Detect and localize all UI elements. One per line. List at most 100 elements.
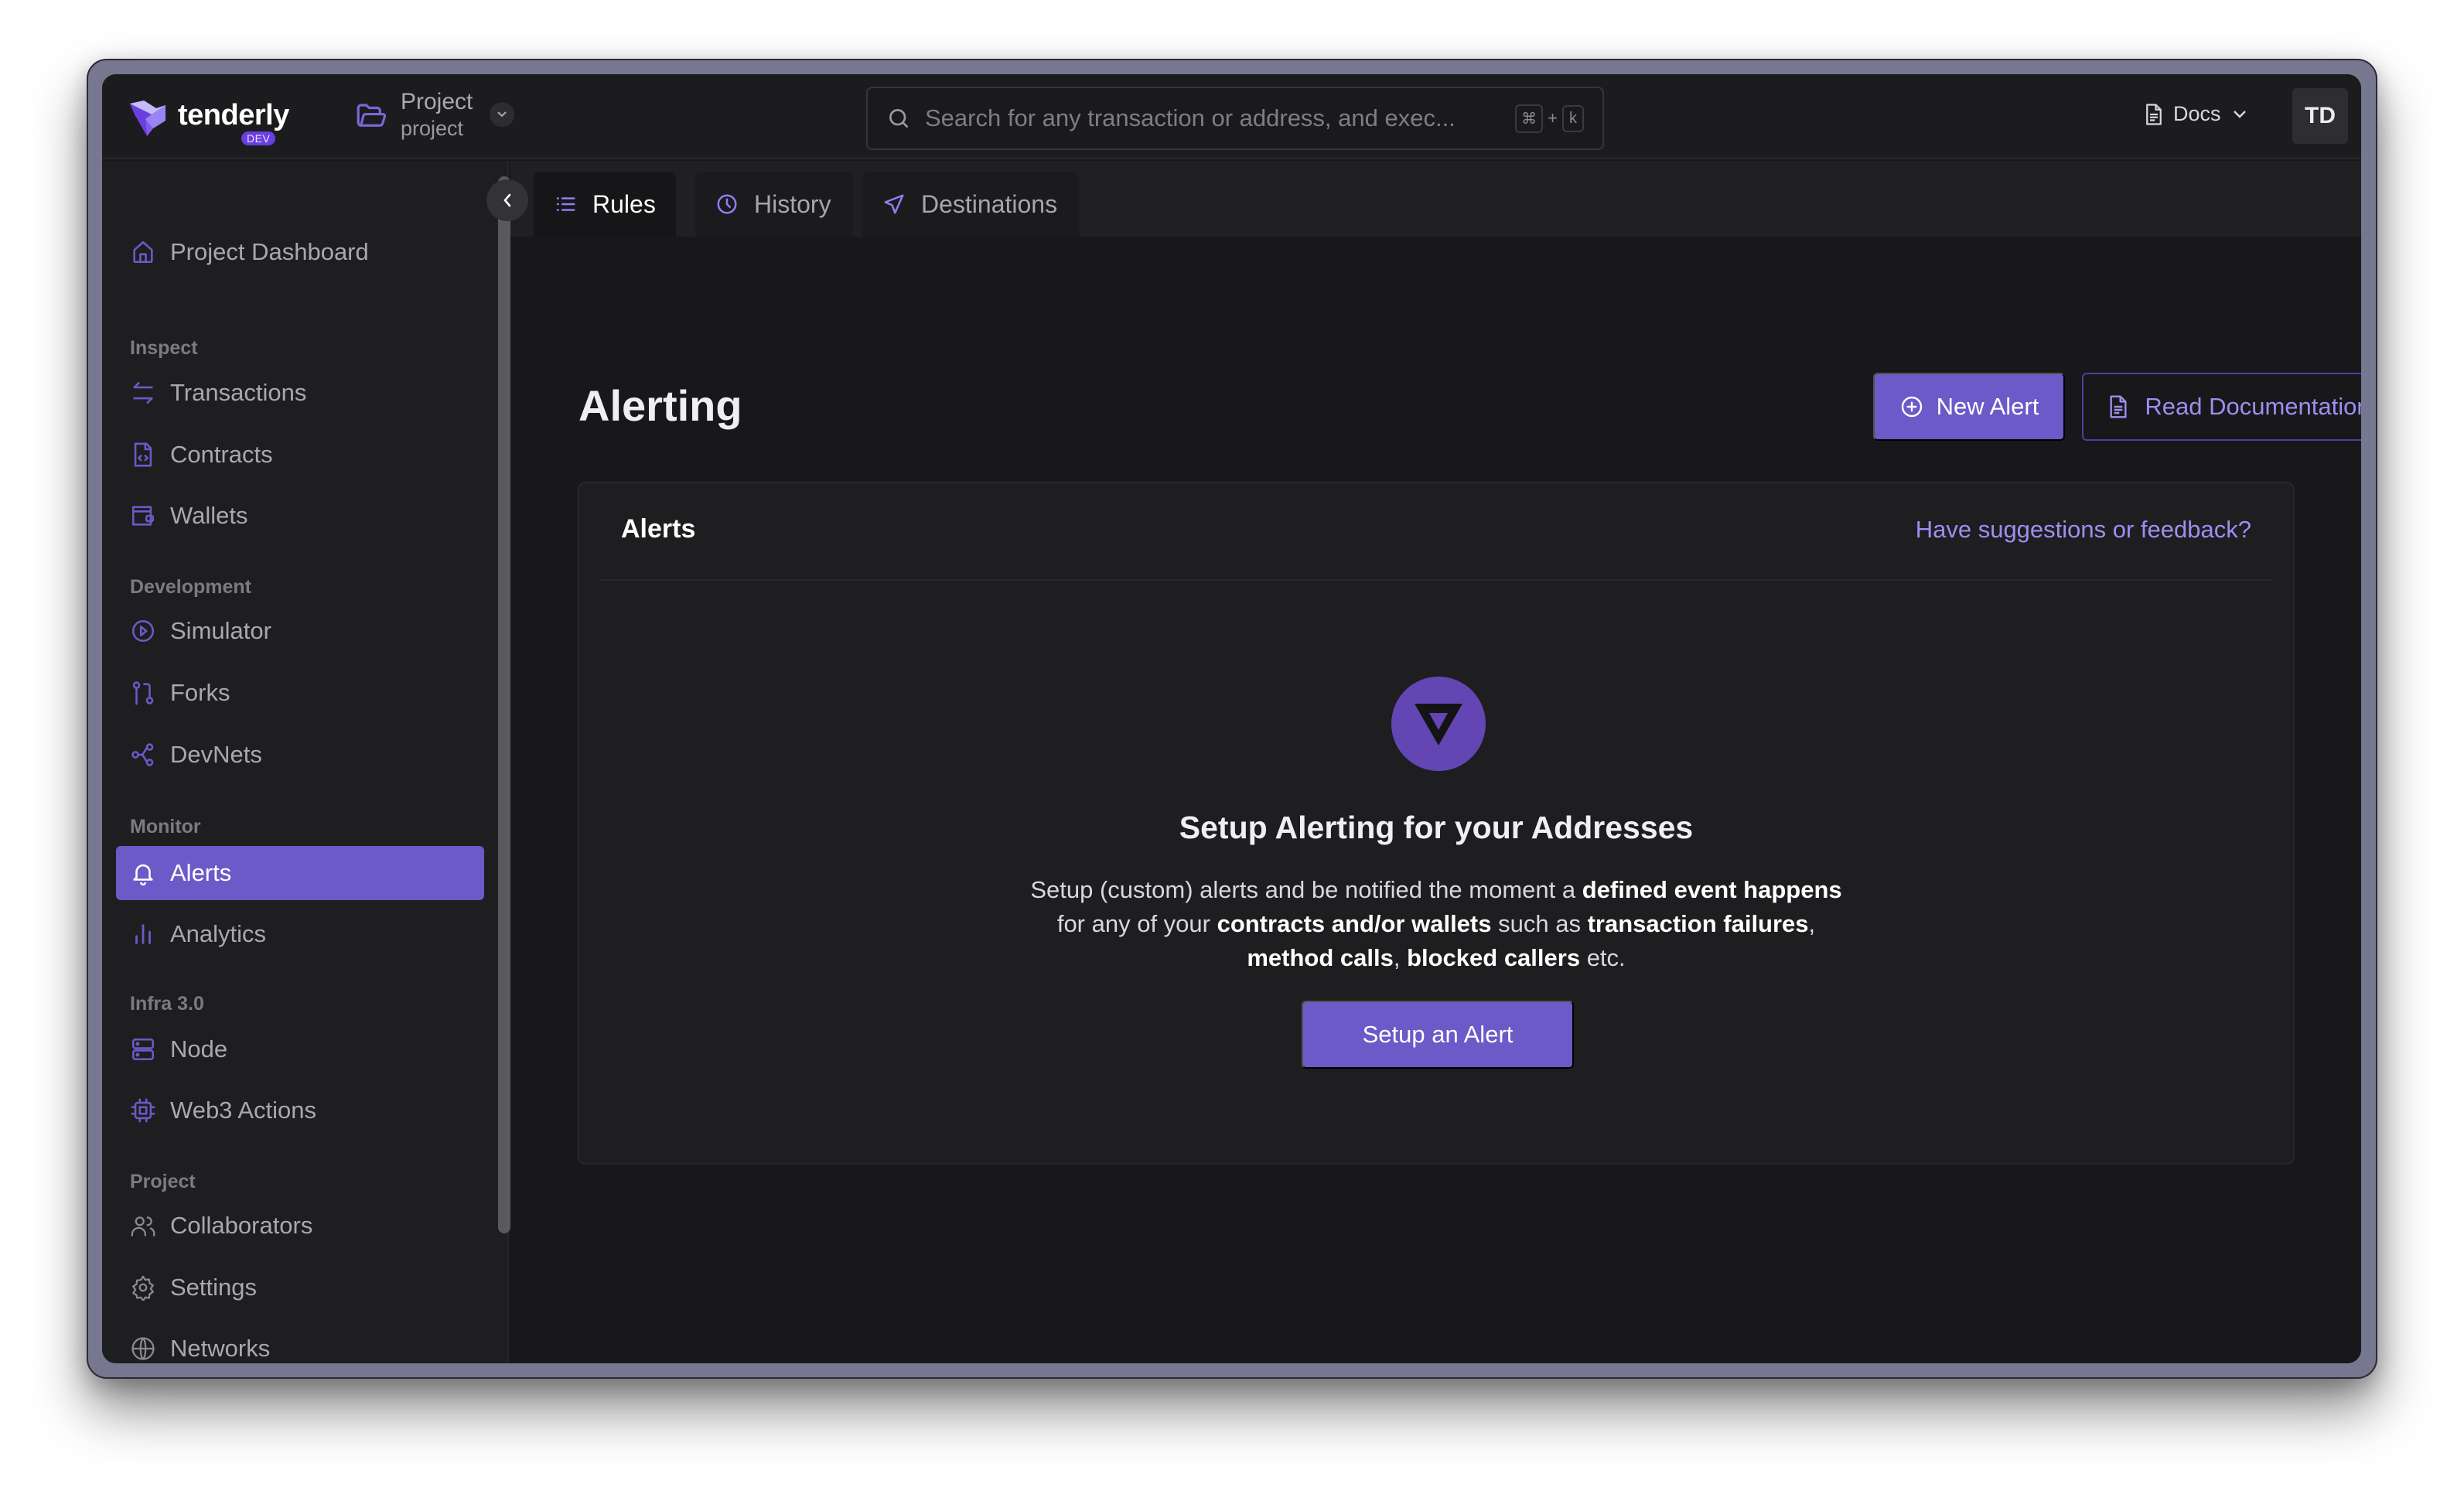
- sidebar-scrollbar[interactable]: [498, 176, 510, 1233]
- desc-bold: defined event happens: [1582, 876, 1842, 903]
- sidebar-section-project: Project: [130, 1171, 196, 1192]
- sidebar: Project Dashboard Inspect Transactions C…: [102, 161, 510, 1363]
- sidebar-section-development: Development: [130, 576, 251, 598]
- sidebar-item-wallets[interactable]: Wallets: [116, 489, 484, 543]
- search-input[interactable]: [925, 104, 1516, 132]
- global-search[interactable]: ⌘ + k: [866, 87, 1604, 150]
- page-title: Alerting: [578, 381, 742, 430]
- collapse-sidebar-button[interactable]: [486, 179, 528, 221]
- chevron-down-icon[interactable]: [490, 102, 515, 128]
- dev-badge: DEV: [241, 131, 276, 145]
- docs-menu[interactable]: Docs: [2144, 102, 2257, 126]
- brand-name: tenderly: [178, 99, 289, 131]
- sidebar-item-networks[interactable]: Networks: [116, 1322, 484, 1363]
- tab-label: Rules: [592, 189, 656, 218]
- sidebar-item-alerts[interactable]: Alerts: [116, 846, 484, 900]
- sidebar-item-label: DevNets: [170, 741, 262, 768]
- docs-label: Docs: [2173, 102, 2221, 125]
- sidebar-item-label: Simulator: [170, 617, 271, 644]
- project-slug: project: [401, 117, 464, 140]
- document-icon: [2110, 395, 2127, 418]
- shortcut-plus: +: [1548, 108, 1558, 128]
- user-avatar[interactable]: TD: [2292, 88, 2348, 144]
- sidebar-item-forks[interactable]: Forks: [116, 666, 484, 720]
- sidebar-item-label: Analytics: [170, 920, 267, 947]
- k-key: k: [1562, 104, 1584, 132]
- card-title: Alerts: [621, 514, 696, 544]
- tab-history[interactable]: History: [695, 172, 853, 237]
- main-content: Rules History Destinations Alerting New …: [510, 161, 2361, 1363]
- alerts-card: Alerts Have suggestions or feedback? Set…: [578, 482, 2295, 1165]
- gear-icon: [132, 1275, 154, 1301]
- tab-destinations[interactable]: Destinations: [862, 172, 1079, 237]
- sidebar-item-settings[interactable]: Settings: [116, 1260, 484, 1315]
- setup-alert-button[interactable]: Setup an Alert: [1302, 1001, 1574, 1069]
- new-alert-button[interactable]: New Alert: [1873, 373, 2065, 441]
- desc-text: for any of your: [1056, 910, 1217, 937]
- sidebar-item-label: Forks: [170, 679, 230, 706]
- project-title: Project: [401, 89, 473, 114]
- sidebar-item-label: Node: [170, 1035, 228, 1063]
- divider: [599, 579, 2273, 581]
- git-fork-icon: [132, 681, 154, 705]
- sidebar-item-label: Project Dashboard: [170, 238, 369, 265]
- sidebar-item-web3-actions[interactable]: Web3 Actions: [116, 1083, 484, 1138]
- app-window: tenderly DEV Project project ⌘ + k: [102, 74, 2361, 1363]
- cpu-chip-icon: [131, 1098, 155, 1123]
- desc-bold: method calls: [1247, 944, 1394, 971]
- plus-circle-icon: [1901, 396, 1922, 418]
- tab-label: Destinations: [921, 189, 1058, 218]
- empty-state-title: Setup Alerting for your Addresses: [1179, 810, 1694, 845]
- project-switcher[interactable]: Project project: [354, 88, 515, 141]
- sidebar-item-label: Web3 Actions: [170, 1097, 316, 1124]
- sidebar-item-devnets[interactable]: DevNets: [116, 728, 484, 782]
- bell-icon: [133, 864, 153, 886]
- tenderly-logo-icon: [130, 101, 166, 136]
- users-icon: [131, 1216, 155, 1236]
- desc-bold: blocked callers: [1407, 944, 1581, 971]
- tenderly-logo[interactable]: tenderly DEV: [128, 97, 289, 145]
- tab-rules[interactable]: Rules: [534, 172, 676, 237]
- sidebar-item-project-dashboard[interactable]: Project Dashboard: [116, 225, 484, 279]
- tenderly-alert-icon: [1391, 677, 1486, 771]
- desc-text: ,: [1808, 910, 1816, 937]
- chevron-left-icon: [503, 193, 511, 207]
- sidebar-item-analytics[interactable]: Analytics: [116, 907, 484, 961]
- triangle-logo-icon: [1415, 704, 1462, 745]
- document-icon: [2146, 103, 2162, 125]
- sidebar-item-collaborators[interactable]: Collaborators: [116, 1199, 484, 1253]
- top-bar: tenderly DEV Project project ⌘ + k: [102, 74, 2361, 159]
- read-docs-label: Read Documentation: [2145, 393, 2361, 420]
- sidebar-item-label: Alerts: [170, 859, 232, 886]
- network-nodes-icon: [131, 743, 154, 766]
- file-code-icon: [134, 442, 152, 467]
- server-icon: [131, 1038, 155, 1061]
- sidebar-item-contracts[interactable]: Contracts: [116, 428, 484, 482]
- wallet-icon: [131, 506, 155, 526]
- sidebar-item-label: Transactions: [170, 379, 307, 406]
- new-alert-label: New Alert: [1936, 393, 2039, 420]
- tab-bar: Rules History Destinations: [510, 161, 2361, 237]
- sidebar-item-transactions[interactable]: Transactions: [116, 366, 484, 420]
- sidebar-section-monitor: Monitor: [130, 816, 201, 837]
- list-icon: [556, 197, 575, 211]
- empty-state-description: Setup (custom) alerts and be notified th…: [579, 873, 2293, 975]
- feedback-link[interactable]: Have suggestions or feedback?: [1916, 516, 2251, 544]
- sidebar-section-inspect: Inspect: [130, 337, 198, 359]
- read-documentation-button[interactable]: Read Documentation: [2082, 373, 2361, 441]
- bar-chart-icon: [135, 924, 151, 944]
- sidebar-item-label: Networks: [170, 1335, 271, 1362]
- sidebar-item-label: Wallets: [170, 502, 248, 529]
- desc-bold: transaction failures: [1587, 910, 1809, 937]
- sidebar-item-label: Collaborators: [170, 1212, 313, 1239]
- sidebar-item-label: Settings: [170, 1274, 258, 1301]
- sidebar-item-simulator[interactable]: Simulator: [116, 604, 484, 658]
- desc-text: Setup (custom) alerts and be notified th…: [1030, 876, 1582, 903]
- tab-label: History: [754, 189, 831, 218]
- globe-icon: [131, 1337, 155, 1360]
- sidebar-item-label: Contracts: [170, 441, 273, 468]
- search-icon: [889, 109, 908, 128]
- sidebar-item-node[interactable]: Node: [116, 1022, 484, 1076]
- desc-text: ,: [1393, 944, 1408, 971]
- desc-text: etc.: [1580, 944, 1626, 971]
